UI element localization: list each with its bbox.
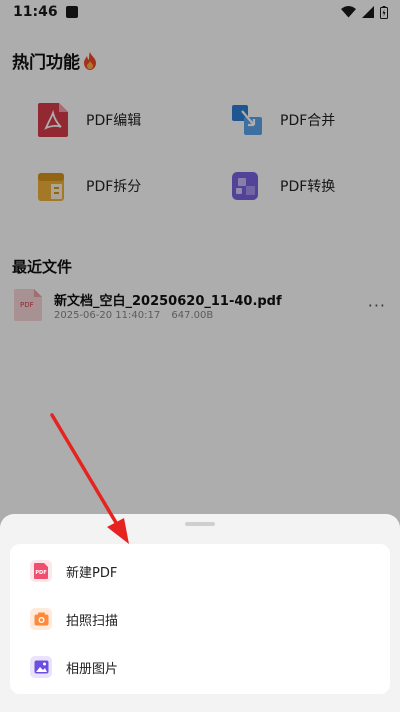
menu-item-album-image[interactable]: 相册图片 bbox=[10, 644, 390, 690]
menu-label: 相册图片 bbox=[66, 661, 119, 677]
new-pdf-icon-text: PDF bbox=[35, 570, 47, 576]
image-glyph bbox=[34, 660, 48, 674]
sheet-drag-handle[interactable] bbox=[185, 522, 215, 526]
menu-label: 拍照扫描 bbox=[66, 613, 119, 629]
sheet-menu: PDF 新建PDF 拍照扫描 相册图片 bbox=[10, 544, 390, 694]
camera-scan-icon bbox=[30, 608, 52, 630]
menu-item-new-pdf[interactable]: PDF 新建PDF bbox=[10, 548, 390, 594]
create-bottom-sheet: PDF 新建PDF 拍照扫描 相册图片 bbox=[0, 514, 400, 712]
camera-glyph bbox=[34, 612, 48, 626]
menu-item-camera-scan[interactable]: 拍照扫描 bbox=[10, 596, 390, 642]
album-image-icon bbox=[30, 656, 52, 678]
new-pdf-icon: PDF bbox=[30, 560, 52, 582]
menu-label: 新建PDF bbox=[66, 565, 118, 581]
